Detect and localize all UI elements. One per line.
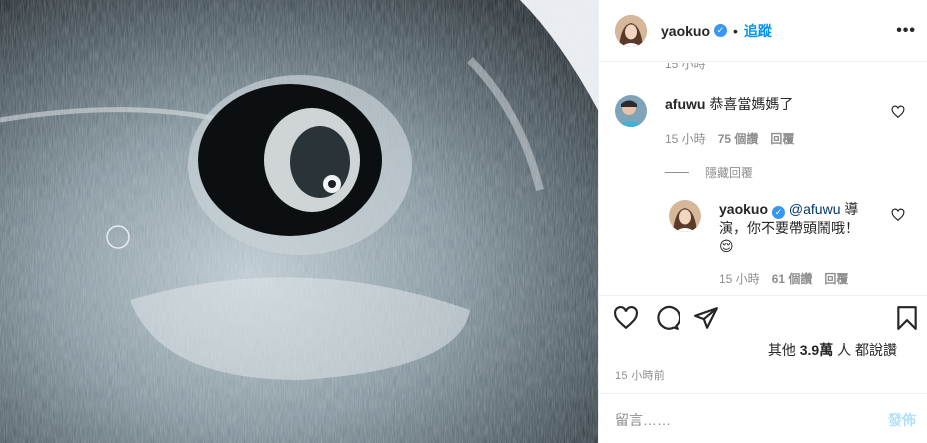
reply-time[interactable]: 15 小時 bbox=[719, 270, 760, 287]
comment-meta: 15 小時 75 個讚 回覆 bbox=[665, 130, 794, 147]
comments-list[interactable]: 15 小時 afuwu 恭喜當媽媽了 15 小時 75 個讚 回覆 隱藏回覆 y… bbox=[599, 63, 927, 295]
save-bookmark-icon[interactable] bbox=[894, 305, 920, 331]
reply-likes-count[interactable]: 61 個讚 bbox=[772, 270, 813, 287]
verified-badge-icon: ✓ bbox=[772, 206, 786, 219]
reply-author-avatar[interactable] bbox=[669, 200, 701, 232]
reply-emoji: 😌 bbox=[719, 238, 734, 254]
avatar-photo-icon bbox=[615, 95, 647, 127]
comment-like-heart-icon[interactable] bbox=[891, 105, 905, 119]
post-sidebar: yaokuo ✓ • 追蹤 ••• 15 小時 afuwu 恭喜當媽媽了 15 … bbox=[598, 0, 927, 443]
reply-reply-button[interactable]: 回覆 bbox=[824, 270, 848, 287]
comment-text: 恭喜當媽媽了 bbox=[709, 96, 794, 112]
avatar-photo-icon bbox=[615, 14, 647, 47]
verified-badge-icon: ✓ bbox=[714, 24, 728, 37]
avatar-photo-icon bbox=[669, 200, 701, 232]
comment-reply-button[interactable]: 回覆 bbox=[770, 130, 794, 147]
comment-time[interactable]: 15 小時 bbox=[665, 130, 706, 147]
author-avatar[interactable] bbox=[615, 14, 647, 47]
hide-replies-label: 隱藏回覆 bbox=[705, 166, 754, 180]
clipped-comment-time: 15 小時 bbox=[665, 63, 706, 71]
separator-dot: • bbox=[733, 22, 738, 39]
follow-button[interactable]: 追蹤 bbox=[744, 21, 772, 41]
commenter-avatar[interactable] bbox=[615, 95, 647, 127]
like-heart-icon[interactable] bbox=[613, 305, 639, 331]
hide-replies-toggle[interactable]: 隱藏回覆 bbox=[665, 164, 753, 181]
author-username[interactable]: yaokuo bbox=[661, 23, 710, 39]
reply-username[interactable]: yaokuo bbox=[719, 201, 768, 217]
likes-prefix: 其他 bbox=[767, 342, 796, 358]
share-paper-plane-icon[interactable] bbox=[693, 305, 719, 331]
post-timestamp[interactable]: 15 小時前 bbox=[615, 367, 665, 383]
post-media[interactable] bbox=[0, 0, 598, 443]
likes-suffix: 人 都說讚 bbox=[837, 342, 897, 358]
ultrasound-image bbox=[0, 0, 598, 443]
comment-bubble-icon[interactable] bbox=[654, 305, 680, 331]
comment-input[interactable]: 留言…… bbox=[615, 410, 671, 430]
likes-count: 3.9萬 bbox=[799, 342, 834, 358]
likes-summary[interactable]: 其他 3.9萬 人 都說讚 bbox=[768, 340, 897, 360]
post-actions bbox=[599, 295, 927, 340]
post-comment-button[interactable]: 發佈 bbox=[888, 410, 916, 430]
reply-item: yaokuo ✓ @afuwu 導演，你不要帶頭鬧哦！ 😌 bbox=[669, 200, 869, 255]
add-comment-bar: 留言…… 發佈 bbox=[599, 393, 927, 443]
comment-username[interactable]: afuwu bbox=[665, 96, 705, 112]
reply-meta: 15 小時 61 個讚 回覆 bbox=[719, 270, 848, 287]
comment-likes-count[interactable]: 75 個讚 bbox=[718, 130, 759, 147]
reply-like-heart-icon[interactable] bbox=[891, 208, 905, 222]
more-options-icon[interactable]: ••• bbox=[896, 22, 916, 40]
post-header: yaokuo ✓ • 追蹤 ••• bbox=[599, 0, 927, 62]
hide-replies-line bbox=[665, 172, 689, 173]
reply-mention-link[interactable]: @afuwu bbox=[789, 201, 841, 217]
comment-item: afuwu 恭喜當媽媽了 bbox=[615, 95, 793, 127]
